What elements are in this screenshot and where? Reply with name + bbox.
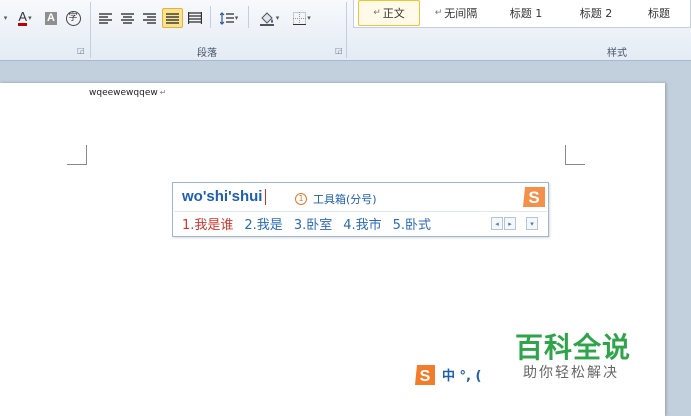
font-color-button[interactable]: A ▾ — [12, 8, 38, 28]
info-icon: 1 — [295, 193, 307, 205]
ribbon: ▾ A ▾ A 字 ▾ ▾ ▾ 段落 ◲ ◲ ↵ 正文 ↵ 无间隔 标题 1 标… — [0, 0, 691, 61]
ime-prev-page-button[interactable]: ◂ — [491, 217, 503, 230]
ime-candidate-window: wo'shi'shui 1 工具箱(分号) S 1.我是谁 2.我是 3.卧室 … — [172, 182, 549, 237]
distributed-icon — [188, 12, 202, 24]
font-dialog-launcher-icon[interactable]: ◲ — [77, 46, 85, 55]
margin-corner-top-left — [67, 145, 87, 165]
svg-text:S: S — [528, 188, 539, 207]
shading-button[interactable]: ▾ — [255, 8, 283, 28]
align-center-button[interactable] — [118, 8, 136, 28]
style-label: 标题 — [648, 7, 670, 20]
styles-group-label: 样式 — [607, 48, 627, 59]
ime-expand-button[interactable]: ▾ — [526, 217, 538, 230]
align-left-button[interactable] — [96, 8, 114, 28]
svg-text:S: S — [420, 368, 431, 385]
line-spacing-button[interactable]: ▾ — [216, 8, 242, 28]
character-shading-icon: A — [45, 11, 57, 25]
ime-text-cursor — [265, 189, 266, 205]
justify-button[interactable] — [162, 8, 183, 28]
style-label: 正文 — [382, 7, 405, 20]
ime-candidate-2[interactable]: 2.我是 — [244, 214, 282, 233]
ime-candidate-3[interactable]: 3.卧室 — [294, 214, 332, 233]
margin-corner-top-right — [565, 145, 585, 165]
style-normal[interactable]: ↵ 正文 — [358, 0, 420, 26]
style-heading-1[interactable]: 标题 1 — [494, 0, 558, 26]
distributed-button[interactable] — [186, 8, 204, 28]
group-separator — [90, 2, 91, 58]
group-separator — [346, 2, 347, 58]
align-right-button[interactable] — [140, 8, 158, 28]
toolbar-separator — [210, 6, 211, 28]
paragraph-dialog-launcher-icon[interactable]: ◲ — [335, 46, 343, 55]
ime-divider — [174, 211, 547, 212]
borders-icon — [293, 11, 307, 25]
borders-button[interactable]: ▾ — [288, 8, 316, 28]
style-heading-2[interactable]: 标题 2 — [564, 0, 628, 26]
ime-candidate-4[interactable]: 4.我市 — [343, 214, 381, 233]
enclose-characters-icon: 字 — [65, 10, 81, 26]
ime-hint-text: 工具箱(分号) — [313, 193, 377, 206]
toolbar-separator — [248, 6, 249, 28]
style-label: 标题 2 — [579, 7, 613, 20]
ime-candidate-5[interactable]: 5.卧式 — [393, 214, 431, 233]
align-left-icon — [98, 12, 112, 24]
justify-icon — [166, 12, 179, 24]
ime-pinyin-input: wo'shi'shui — [182, 188, 263, 205]
align-center-icon — [120, 12, 134, 24]
watermark-subtitle: 助你轻松解决 — [523, 365, 619, 381]
paragraph-mark-icon: ↵ — [434, 8, 443, 18]
ime-next-page-button[interactable]: ▸ — [504, 217, 516, 230]
style-no-spacing[interactable]: ↵ 无间隔 — [424, 0, 488, 26]
styles-gallery: ↵ 正文 ↵ 无间隔 标题 1 标题 2 标题 — [353, 0, 691, 28]
paint-bucket-icon — [259, 11, 274, 26]
font-color-icon: A — [18, 8, 28, 26]
document-text: wqeewewqqew — [89, 88, 158, 98]
line-spacing-icon — [219, 11, 234, 25]
character-shading-button[interactable]: A — [43, 8, 59, 28]
ime-candidate-list: 1.我是谁 2.我是 3.卧室 4.我市 5.卧式 — [182, 214, 442, 233]
document-text-line[interactable]: wqeewewqqew ↵ — [89, 88, 166, 98]
paragraph-mark-icon: ↵ — [373, 8, 381, 18]
ime-status-bar[interactable]: S 中 °, ( — [413, 361, 481, 388]
font-dropdown-caret[interactable]: ▾ — [0, 8, 10, 28]
ime-toolbox-hint[interactable]: 1 工具箱(分号) — [295, 191, 377, 207]
style-label: 标题 1 — [509, 7, 543, 20]
paragraph-group-label: 段落 — [197, 48, 217, 59]
sogou-logo-icon: S — [523, 187, 545, 207]
enclose-characters-button[interactable]: 字 — [64, 8, 82, 28]
align-right-icon — [142, 12, 156, 24]
ime-candidate-1[interactable]: 1.我是谁 — [182, 214, 233, 233]
style-label: 无间隔 — [444, 7, 478, 20]
style-title[interactable]: 标题 — [634, 0, 690, 26]
ime-status-text: 中 °, ( — [442, 369, 482, 384]
sogou-logo-icon: S — [415, 364, 435, 385]
watermark-title: 百科全说 — [515, 331, 632, 364]
paragraph-mark-icon: ↵ — [159, 88, 167, 97]
